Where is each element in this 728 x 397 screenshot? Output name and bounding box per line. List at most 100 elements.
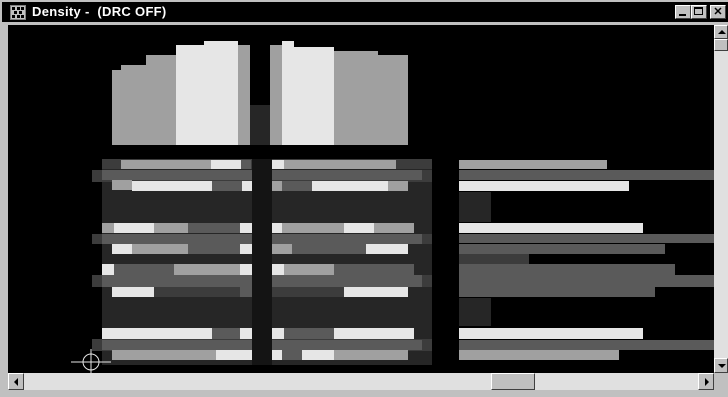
density-cell	[334, 264, 414, 275]
density-cell	[272, 275, 422, 287]
density-cell	[459, 328, 643, 339]
density-cell	[292, 244, 366, 254]
vertical-scrollbar[interactable]	[714, 25, 728, 373]
density-cell	[121, 160, 211, 169]
density-cell	[240, 223, 252, 233]
density-cell	[388, 181, 408, 191]
density-cell	[374, 223, 414, 233]
density-cell	[334, 51, 378, 145]
arrow-right-icon	[705, 378, 709, 386]
density-cell	[112, 287, 154, 297]
density-cell	[112, 180, 132, 190]
minimize-icon	[679, 14, 686, 16]
density-cell	[102, 340, 252, 350]
density-cell	[114, 264, 174, 275]
density-cell	[272, 287, 344, 297]
density-cell	[188, 223, 240, 233]
density-cell	[212, 181, 242, 191]
arrow-down-icon	[718, 364, 726, 368]
density-cell	[112, 244, 132, 254]
scroll-up-button[interactable]	[714, 25, 728, 39]
density-cell	[272, 223, 282, 233]
lower-right-density-region	[459, 160, 714, 360]
density-cell	[459, 223, 643, 233]
density-map	[71, 41, 714, 373]
density-cell	[459, 244, 665, 254]
density-cell	[334, 328, 414, 339]
density-cell	[154, 223, 188, 233]
close-icon: ✕	[713, 6, 723, 18]
density-cell	[459, 181, 629, 191]
density-cell	[459, 287, 655, 297]
density-cell	[242, 181, 252, 191]
density-cell	[154, 287, 240, 297]
density-cell	[174, 264, 240, 275]
density-cell	[272, 160, 284, 169]
horizontal-scroll-thumb[interactable]	[491, 373, 535, 390]
density-cell	[188, 244, 240, 254]
density-cell	[282, 47, 334, 145]
minimize-button[interactable]	[675, 5, 691, 19]
density-cell	[378, 55, 408, 145]
density-cell	[366, 244, 408, 254]
density-cell	[459, 160, 607, 169]
density-cell	[102, 328, 212, 339]
density-cell	[102, 234, 252, 244]
density-cell	[272, 340, 422, 350]
density-cell	[272, 170, 422, 180]
title-bar[interactable]: Density - (DRC OFF) ✕	[2, 2, 728, 22]
maximize-button[interactable]	[691, 5, 707, 19]
close-button[interactable]: ✕	[710, 5, 726, 19]
density-cell	[459, 350, 619, 360]
density-cell	[146, 55, 176, 145]
density-gap	[252, 159, 272, 365]
density-cell	[282, 223, 344, 233]
density-cell	[272, 264, 284, 275]
density-cell	[211, 160, 241, 169]
density-cell	[344, 287, 408, 297]
density-cell	[238, 45, 250, 145]
scroll-down-button[interactable]	[714, 358, 728, 373]
scroll-left-button[interactable]	[8, 373, 24, 390]
density-cell	[240, 287, 252, 297]
resize-grip-icon[interactable]	[714, 373, 728, 390]
window-title: Density - (DRC OFF)	[32, 4, 167, 19]
density-cell	[334, 350, 408, 360]
density-cell	[102, 223, 114, 233]
density-cell	[102, 275, 252, 287]
density-cell	[459, 340, 714, 350]
density-cell	[272, 244, 292, 254]
layout-app-icon[interactable]	[10, 5, 26, 20]
horizontal-scrollbar[interactable]	[8, 373, 728, 390]
scroll-right-button[interactable]	[698, 373, 714, 390]
density-cell	[114, 223, 154, 233]
density-cell	[312, 181, 388, 191]
lower-left-density-region	[92, 159, 432, 365]
density-cell	[344, 223, 374, 233]
density-cell	[459, 170, 714, 180]
density-cell	[272, 181, 282, 191]
density-cell	[241, 160, 251, 169]
density-cell	[270, 45, 282, 145]
density-cell	[132, 244, 188, 254]
density-cell	[240, 244, 252, 254]
density-cell	[212, 328, 240, 339]
density-cell	[282, 350, 302, 360]
density-cell	[102, 264, 114, 275]
density-canvas[interactable]	[8, 25, 714, 373]
density-cell	[459, 275, 714, 287]
density-cell	[284, 160, 396, 169]
density-cell	[284, 264, 334, 275]
density-cell	[282, 181, 312, 191]
density-cell	[216, 350, 252, 360]
vertical-scroll-thumb[interactable]	[714, 39, 728, 51]
density-cell	[240, 264, 252, 275]
density-cell	[240, 328, 252, 339]
upper-density-region	[112, 41, 408, 145]
density-cell	[112, 350, 216, 360]
density-cell	[132, 181, 212, 191]
density-cell	[459, 264, 675, 275]
arrow-left-icon	[14, 378, 18, 386]
maximize-icon	[694, 7, 703, 15]
density-cell	[204, 41, 238, 145]
